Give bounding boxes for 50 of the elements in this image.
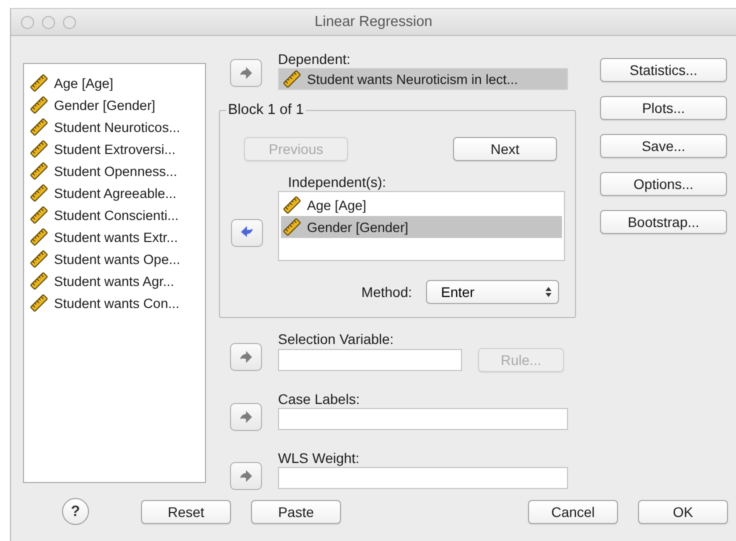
- variable-item[interactable]: Gender [Gender]: [54, 98, 156, 112]
- wls-weight-field[interactable]: [278, 467, 568, 489]
- case-labels-field[interactable]: [278, 408, 568, 430]
- dependent-label: Dependent:: [278, 51, 352, 68]
- wls-weight-label: WLS Weight:: [278, 450, 360, 467]
- action-button[interactable]: OK: [638, 500, 728, 524]
- variable-item[interactable]: Student Extroversi...: [54, 142, 176, 156]
- selection-variable-label: Selection Variable:: [278, 331, 395, 348]
- options-button[interactable]: Bootstrap...: [600, 210, 727, 234]
- independent-label: Gender [Gender]: [307, 220, 408, 234]
- selection-variable-field[interactable]: [278, 349, 462, 371]
- variable-item[interactable]: Student Agreeable...: [54, 186, 176, 200]
- close-window-icon[interactable]: [21, 16, 34, 28]
- independent-item[interactable]: Gender [Gender]: [281, 216, 562, 238]
- move-arrow-button[interactable]: [230, 462, 262, 490]
- window-title: Linear Regression: [314, 14, 432, 30]
- dependent-variable: Student wants Neuroticism in lect...: [307, 72, 518, 86]
- case-labels-label: Case Labels:: [278, 391, 361, 408]
- minimize-window-icon[interactable]: [42, 16, 55, 28]
- action-button[interactable]: Cancel: [528, 500, 618, 524]
- zoom-window-icon[interactable]: [63, 16, 76, 28]
- variable-item[interactable]: Student wants Extr...: [54, 230, 178, 244]
- block-title: Block 1 of 1: [227, 102, 305, 118]
- stepper-icon: [545, 286, 552, 298]
- variable-item[interactable]: Student wants Con...: [54, 296, 180, 310]
- action-button[interactable]: Reset: [141, 500, 231, 524]
- move-arrow-button[interactable]: [231, 219, 263, 247]
- move-arrow-button[interactable]: [230, 59, 262, 87]
- method-label: Method:: [361, 284, 412, 300]
- action-button[interactable]: Paste: [251, 500, 341, 524]
- move-arrow-button[interactable]: [230, 343, 262, 371]
- variable-item[interactable]: Student wants Agr...: [54, 274, 174, 288]
- options-button[interactable]: Options...: [600, 172, 727, 196]
- variable-item[interactable]: Student Conscienti...: [54, 208, 179, 222]
- help-button[interactable]: ?: [62, 498, 89, 525]
- ruler-icon: [283, 218, 301, 236]
- options-button[interactable]: Plots...: [600, 96, 727, 120]
- variable-item[interactable]: Age [Age]: [54, 76, 114, 90]
- move-arrow-button[interactable]: [230, 403, 262, 431]
- variable-item[interactable]: Student Neuroticos...: [54, 120, 180, 134]
- variable-item[interactable]: Student wants Ope...: [54, 252, 180, 266]
- options-button[interactable]: Statistics...: [600, 58, 727, 82]
- options-button[interactable]: Save...: [600, 134, 727, 158]
- variable-item[interactable]: Student Openness...: [54, 164, 178, 178]
- dependent-field[interactable]: Student wants Neuroticism in lect...: [278, 68, 568, 90]
- independents-label: Independent(s):: [288, 174, 388, 191]
- independent-item[interactable]: Age [Age]: [281, 194, 562, 216]
- next-button[interactable]: Next: [453, 137, 557, 161]
- method-select[interactable]: Enter: [426, 280, 559, 304]
- independent-label: Age [Age]: [307, 198, 366, 212]
